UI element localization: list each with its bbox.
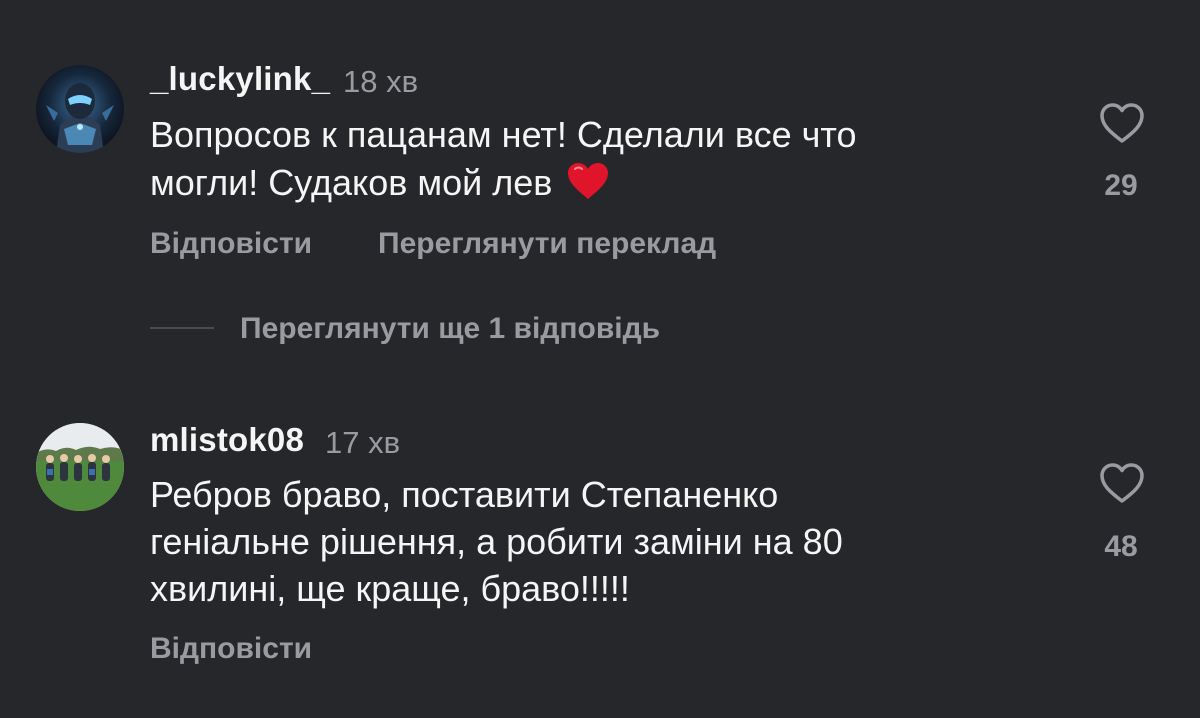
- heart-outline-icon: [1100, 463, 1144, 503]
- heart-outline-icon: [1100, 103, 1144, 143]
- comment-text-line: Ребров браво, поставити Степаненко: [150, 474, 779, 515]
- like-button[interactable]: [1097, 460, 1147, 506]
- comment-text-line: геніальне рішення, а робити заміни на 80: [150, 521, 843, 562]
- like-count: 29: [1104, 169, 1138, 202]
- comment-text-line: могли! Судаков мой лев: [150, 162, 553, 203]
- reply-button[interactable]: Відповісти: [150, 632, 312, 666]
- red-heart-emoji-icon: [568, 163, 609, 199]
- comment-username[interactable]: _luckylink_: [150, 60, 330, 98]
- like-button[interactable]: [1097, 100, 1147, 146]
- comment-text: могли! Судаков мой лев: [150, 158, 610, 208]
- comment-text-line: хвилині, ще краще, браво!!!!!: [150, 568, 630, 609]
- like-count: 48: [1104, 530, 1138, 563]
- comment-username[interactable]: mlistok08: [150, 421, 304, 459]
- view-translation-button[interactable]: Переглянути переклад: [378, 227, 716, 261]
- avatar[interactable]: [36, 423, 124, 511]
- comment-timestamp: 17 хв: [325, 425, 401, 460]
- team-photo-avatar-icon: [36, 423, 124, 511]
- avatar[interactable]: [36, 65, 124, 153]
- comments-list: _luckylink_ 18 хв Вопросов к пацанам нет…: [0, 0, 1200, 718]
- view-replies-button[interactable]: Переглянути ще 1 відповідь: [240, 312, 660, 346]
- armored-character-avatar-icon: [36, 65, 124, 153]
- reply-button[interactable]: Відповісти: [150, 227, 312, 261]
- comment-timestamp: 18 хв: [343, 64, 419, 99]
- replies-divider: [150, 327, 214, 329]
- comment-text-line: Вопросов к пацанам нет! Сделали все что: [150, 114, 857, 155]
